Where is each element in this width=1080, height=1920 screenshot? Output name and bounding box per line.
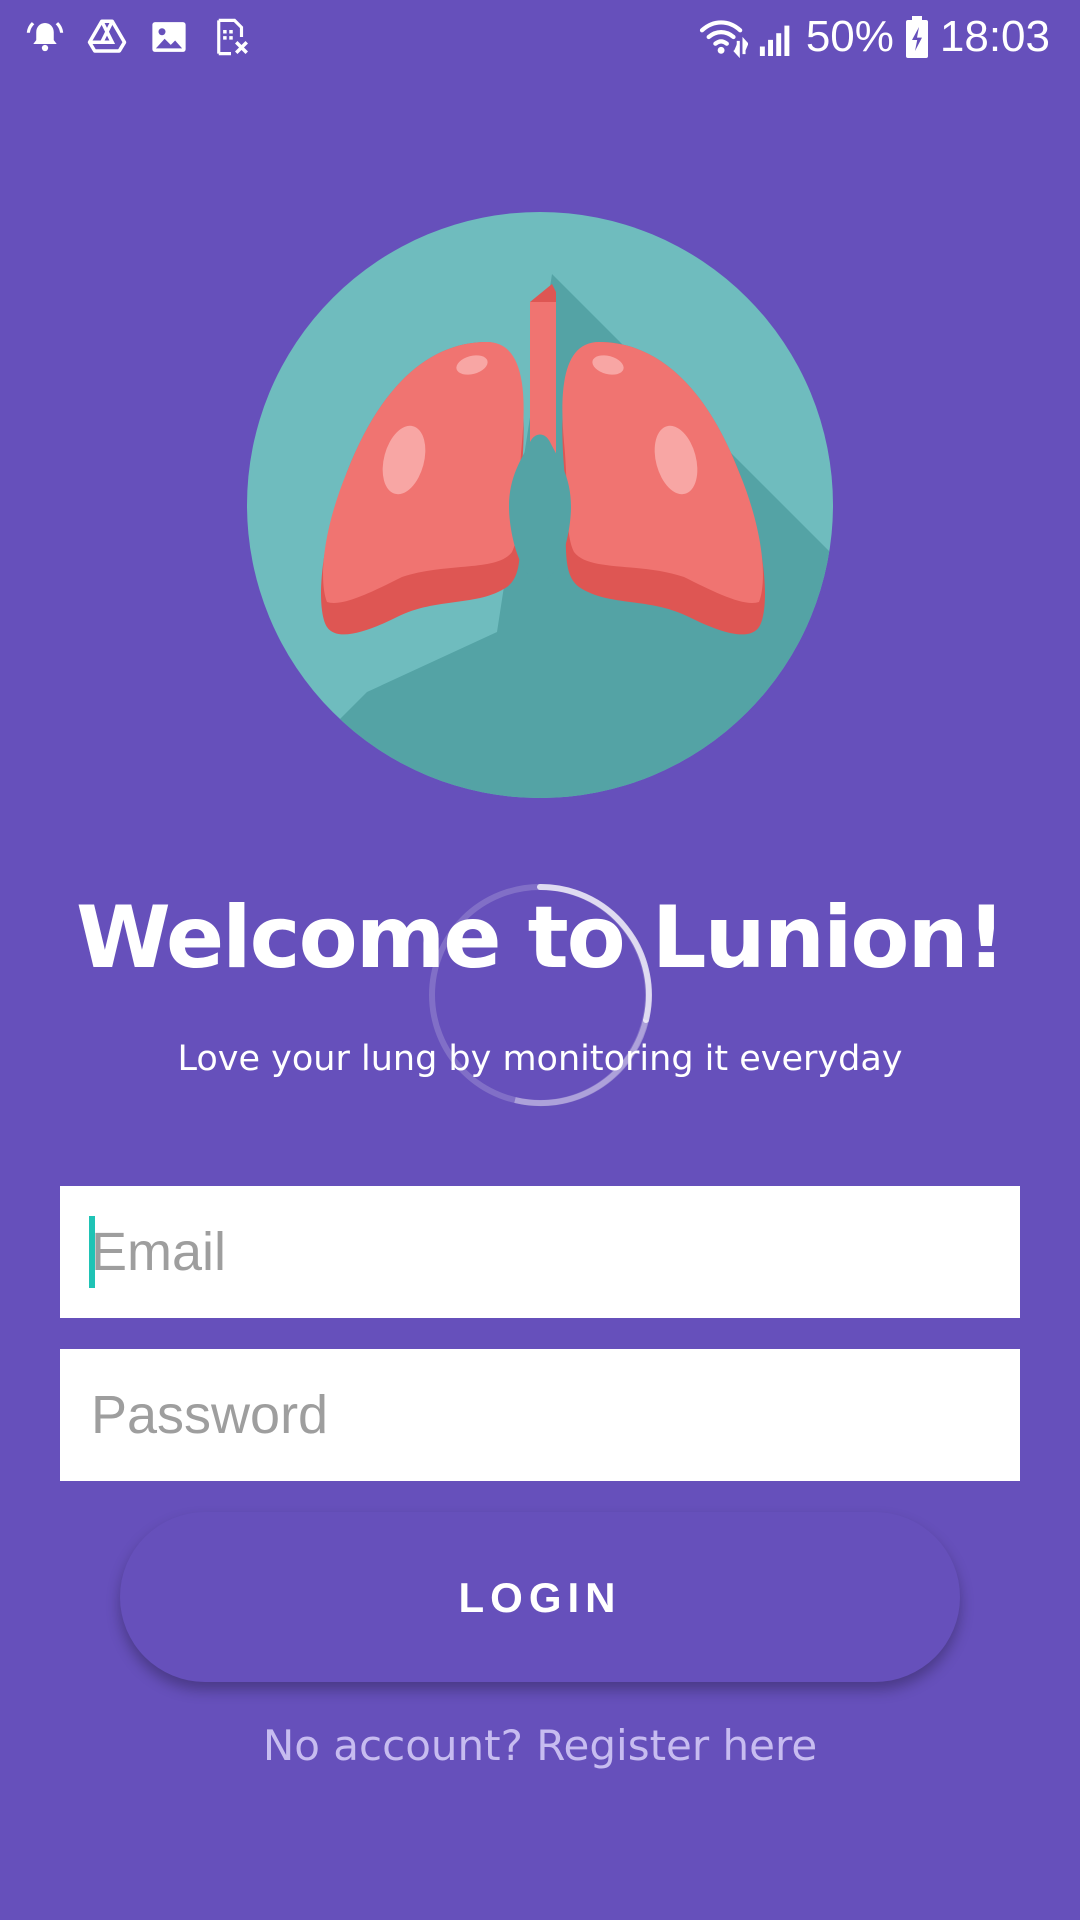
text-cursor xyxy=(89,1216,95,1288)
register-link[interactable]: No account? Register here xyxy=(0,1721,1080,1770)
drive-icon xyxy=(87,19,127,53)
sim-blocked-icon xyxy=(217,18,248,56)
page-subtitle: Love your lung by monitoring it everyday xyxy=(177,1039,903,1079)
wifi-icon xyxy=(699,20,748,58)
alarm-icon xyxy=(26,22,64,52)
battery-percent: 50% xyxy=(805,12,894,61)
signal-icon xyxy=(759,25,790,56)
password-field[interactable] xyxy=(60,1349,1020,1481)
notification-icons xyxy=(24,16,252,58)
email-field[interactable] xyxy=(60,1186,1020,1318)
lungs-icon xyxy=(247,212,833,798)
email-input[interactable] xyxy=(60,1186,1020,1318)
system-indicators: 50% 18:03 xyxy=(698,12,1050,62)
clock: 18:03 xyxy=(939,12,1050,61)
password-input[interactable] xyxy=(60,1349,1020,1481)
status-bar: 50% 18:03 xyxy=(0,0,1080,76)
page-title: Welcome to Lunion! xyxy=(76,888,1006,988)
gallery-icon xyxy=(152,22,186,52)
login-button[interactable]: LOGIN xyxy=(120,1512,960,1682)
battery-icon xyxy=(905,16,928,58)
